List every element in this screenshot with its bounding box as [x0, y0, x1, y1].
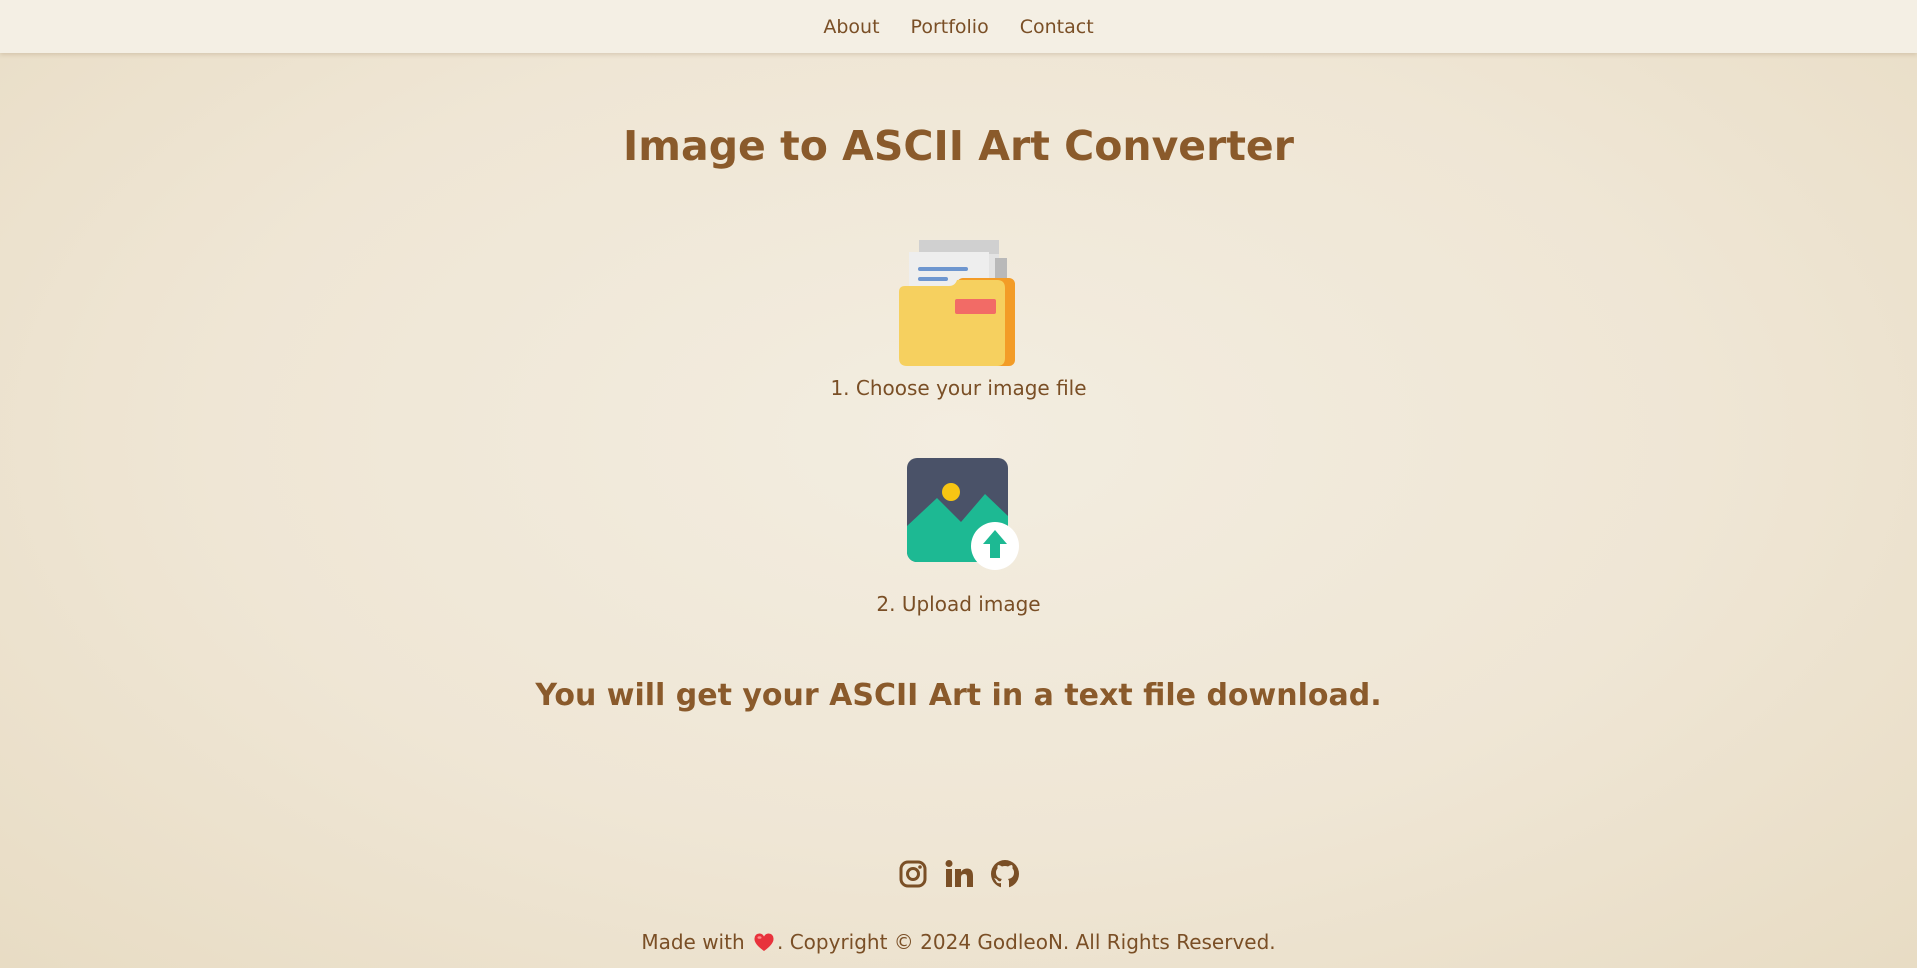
github-icon[interactable]	[990, 859, 1020, 889]
heart-icon	[754, 933, 774, 951]
image-upload-icon[interactable]	[895, 456, 1023, 570]
nav-contact-link[interactable]: Contact	[1020, 16, 1094, 38]
instagram-icon[interactable]	[898, 859, 928, 889]
page-title: Image to ASCII Art Converter	[623, 122, 1294, 170]
footer: Made with . Copyright © 2024 GodleoN. Al…	[0, 930, 1917, 954]
linkedin-icon[interactable]	[944, 859, 974, 889]
top-nav: About Portfolio Contact	[0, 0, 1917, 53]
choose-file-label: 1. Choose your image file	[830, 376, 1087, 400]
upload-image-label: 2. Upload image	[876, 592, 1041, 616]
upload-image-step: 2. Upload image	[0, 456, 1917, 616]
choose-file-step: 1. Choose your image file	[0, 238, 1917, 400]
result-description: You will get your ASCII Art in a text fi…	[535, 678, 1382, 713]
social-links	[0, 859, 1917, 889]
footer-copyright: . Copyright © 2024 GodleoN. All Rights R…	[777, 930, 1276, 954]
nav-portfolio-link[interactable]: Portfolio	[911, 16, 989, 38]
folder-icon[interactable]	[897, 238, 1021, 366]
footer-made-with: Made with	[641, 930, 745, 954]
nav-about-link[interactable]: About	[823, 16, 879, 38]
